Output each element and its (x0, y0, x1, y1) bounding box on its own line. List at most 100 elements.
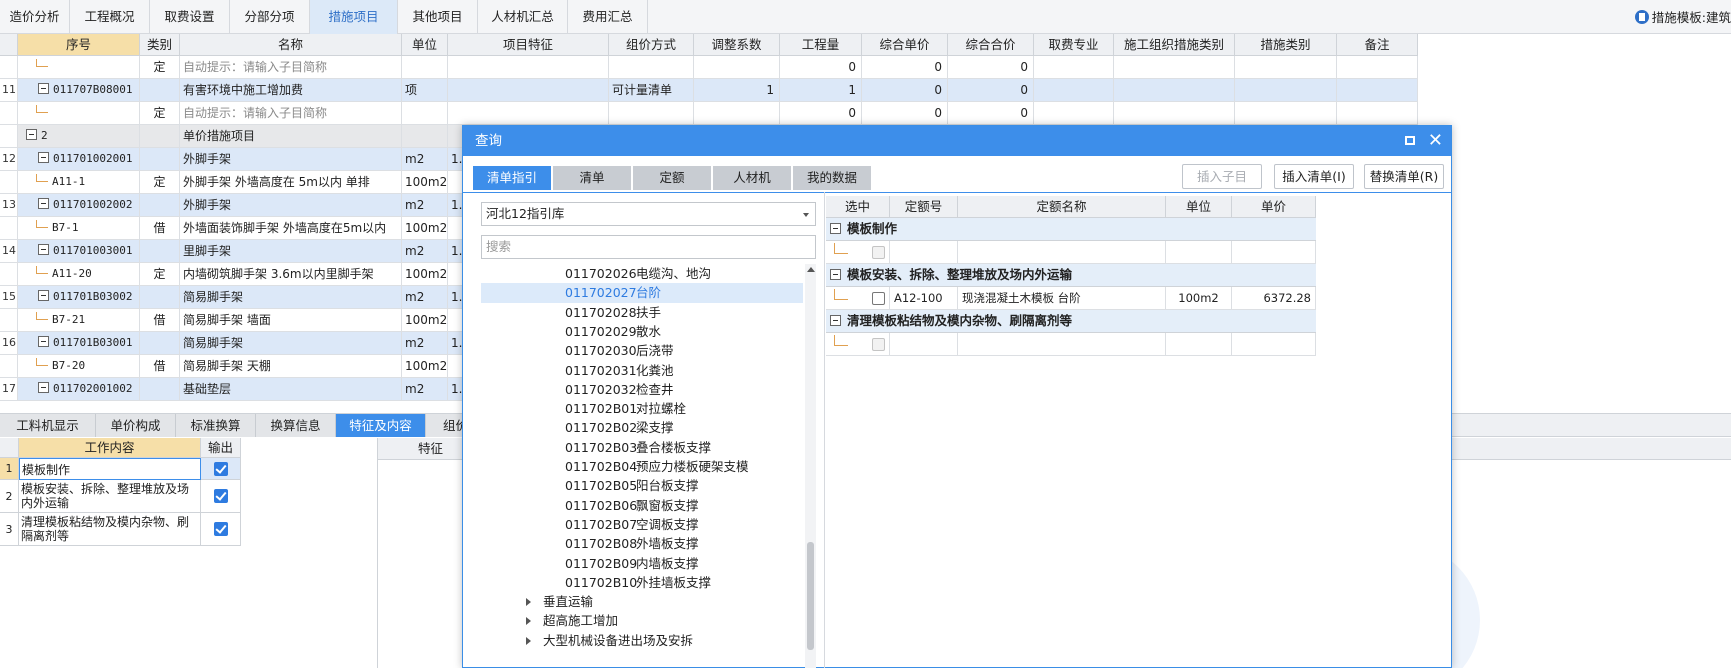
seq-cell[interactable]: 011701002001 (18, 148, 140, 171)
empty-cell[interactable] (1114, 56, 1235, 79)
unit-cell[interactable]: 100m2 (402, 217, 448, 240)
maximize-icon[interactable] (1405, 136, 1415, 145)
replace-list-button[interactable]: 替换清单(R) (1364, 164, 1444, 189)
seq-cell[interactable]: B7-1 (18, 217, 140, 240)
measure-template-button[interactable]: 措施模板:建筑 (1634, 0, 1731, 34)
tree-item[interactable]: 011702029 散水 (481, 322, 803, 342)
seq-cell[interactable]: 011701B03001 (18, 332, 140, 355)
output-checkbox[interactable] (214, 522, 228, 536)
tab-project-overview[interactable]: 工程概况 (70, 0, 150, 34)
tree-scrollbar[interactable] (805, 264, 816, 668)
empty-cell[interactable] (1235, 79, 1337, 102)
seq-cell[interactable]: 011701002002 (18, 194, 140, 217)
col-header-unit[interactable]: 单位 (402, 34, 448, 56)
col-header-coef[interactable]: 调整系数 (694, 34, 780, 56)
quota-row[interactable]: A12-100 现浇混凝土木模板 台阶 100m2 6372.28 (826, 287, 1316, 310)
price-cell[interactable]: 0 (862, 102, 948, 125)
tree-group[interactable]: 垂直运输 (481, 592, 803, 612)
quota-group-row[interactable]: 模板制作 (826, 218, 1316, 241)
name-cell[interactable]: 外墙面装饰脚手架 外墙高度在5m以内 (180, 217, 402, 240)
select-checkbox[interactable] (872, 246, 885, 259)
type-cell[interactable]: 定 (140, 102, 180, 125)
qty-cell[interactable]: 0 (780, 102, 862, 125)
tree-item[interactable]: 011702028 扶手 (481, 303, 803, 323)
unit-cell[interactable]: m2 (402, 286, 448, 309)
name-cell[interactable]: 有害环境中施工增加费 (180, 79, 402, 102)
work-content-cell[interactable]: 模板安装、拆除、整理堆放及场内外运输 (19, 480, 201, 513)
tab-standard-conversion[interactable]: 标准换算 (176, 414, 256, 437)
seq-cell[interactable]: 011701003001 (18, 240, 140, 263)
unit-cell[interactable] (402, 56, 448, 79)
expand-arrow-icon[interactable] (526, 598, 531, 607)
collapse-icon[interactable] (830, 223, 841, 234)
name-cell[interactable]: 外脚手架 外墙高度在 5m以内 单排 (180, 171, 402, 194)
quota-group-row[interactable]: 模板安装、拆除、整理堆放及场内外运输 (826, 264, 1316, 287)
tab-conversion-info[interactable]: 换算信息 (256, 414, 336, 437)
empty-cell[interactable] (1034, 56, 1114, 79)
tab-sub-items[interactable]: 分部分项 (230, 0, 310, 34)
seq-cell[interactable]: B7-21 (18, 309, 140, 332)
method-cell[interactable] (609, 102, 694, 125)
select-checkbox[interactable] (872, 338, 885, 351)
unit-cell[interactable]: 项 (402, 79, 448, 102)
col-header-seq[interactable]: 序号 (18, 34, 140, 56)
dialog-tab-my-data[interactable]: 我的数据 (793, 166, 871, 190)
quota-row[interactable] (826, 241, 1316, 264)
seq-cell[interactable]: 011707B08001 (18, 79, 140, 102)
scroll-thumb[interactable] (807, 542, 814, 650)
scroll-up-icon[interactable] (807, 267, 815, 272)
unit-cell[interactable]: m2 (402, 332, 448, 355)
dialog-title-bar[interactable]: 查询 ✕ (463, 126, 1451, 156)
table-row[interactable]: 11 011707B08001 有害环境中施工增加费项可计量清单 1 1 0 0 (0, 79, 1418, 102)
col-header-qty[interactable]: 工程量 (780, 34, 862, 56)
tree-group[interactable]: 大型机械设备进出场及安拆 (481, 631, 803, 651)
col-header-type[interactable]: 类别 (140, 34, 180, 56)
type-cell[interactable]: 借 (140, 217, 180, 240)
seq-cell[interactable] (18, 102, 140, 125)
qty-cell[interactable]: 0 (780, 56, 862, 79)
unit-cell[interactable]: m2 (402, 378, 448, 401)
name-cell[interactable]: 内墙砌筑脚手架 3.6m以内里脚手架 (180, 263, 402, 286)
type-cell[interactable]: 借 (140, 309, 180, 332)
unit-cell[interactable]: 100m2 (402, 309, 448, 332)
col-header-fee-major[interactable]: 取费专业 (1034, 34, 1114, 56)
col-header-total[interactable]: 综合合价 (948, 34, 1034, 56)
tree-item[interactable]: 011702026 电缆沟、地沟 (481, 264, 803, 284)
tree-group[interactable]: 超高施工增加 (481, 611, 803, 631)
dialog-tab-list-guide[interactable]: 清单指引 (473, 166, 551, 190)
collapse-icon[interactable] (38, 198, 49, 209)
expand-arrow-icon[interactable] (526, 636, 531, 645)
price-cell[interactable]: 0 (862, 79, 948, 102)
total-cell[interactable]: 0 (948, 102, 1034, 125)
name-cell[interactable]: 基础垫层 (180, 378, 402, 401)
type-cell[interactable]: 定 (140, 263, 180, 286)
tree-item[interactable]: 011702B01 对拉螺栓 (481, 399, 803, 419)
tree-item[interactable]: 011702B09 内墙板支撑 (481, 554, 803, 574)
expand-arrow-icon[interactable] (526, 617, 531, 626)
dialog-tab-labor-material[interactable]: 人材机 (713, 166, 791, 190)
type-cell[interactable] (140, 332, 180, 355)
seq-cell[interactable]: 2 (18, 125, 140, 148)
table-row[interactable]: 定自动提示：请输入子目简称 0 0 0 (0, 102, 1418, 125)
collapse-icon[interactable] (38, 152, 49, 163)
dialog-tab-quota[interactable]: 定额 (633, 166, 711, 190)
name-cell[interactable]: 简易脚手架 (180, 286, 402, 309)
col-header-remark[interactable]: 备注 (1337, 34, 1418, 56)
type-cell[interactable] (140, 378, 180, 401)
tab-labor-material-summary[interactable]: 人材机汇总 (478, 0, 568, 34)
type-cell[interactable]: 定 (140, 56, 180, 79)
collapse-icon[interactable] (38, 382, 49, 393)
empty-cell[interactable] (1337, 102, 1418, 125)
work-content-cell[interactable]: 模板制作 (19, 458, 201, 480)
library-select[interactable]: 河北12指引库 (481, 202, 816, 226)
type-cell[interactable] (140, 148, 180, 171)
name-cell[interactable]: 自动提示：请输入子目简称 (180, 102, 402, 125)
col-header-method[interactable]: 组价方式 (609, 34, 694, 56)
method-cell[interactable]: 可计量清单 (609, 79, 694, 102)
select-checkbox[interactable] (872, 292, 885, 305)
name-cell[interactable]: 单价措施项目 (180, 125, 402, 148)
name-cell[interactable]: 简易脚手架 天棚 (180, 355, 402, 378)
name-cell[interactable]: 自动提示：请输入子目简称 (180, 56, 402, 79)
name-cell[interactable]: 里脚手架 (180, 240, 402, 263)
tab-other-items[interactable]: 其他项目 (398, 0, 478, 34)
